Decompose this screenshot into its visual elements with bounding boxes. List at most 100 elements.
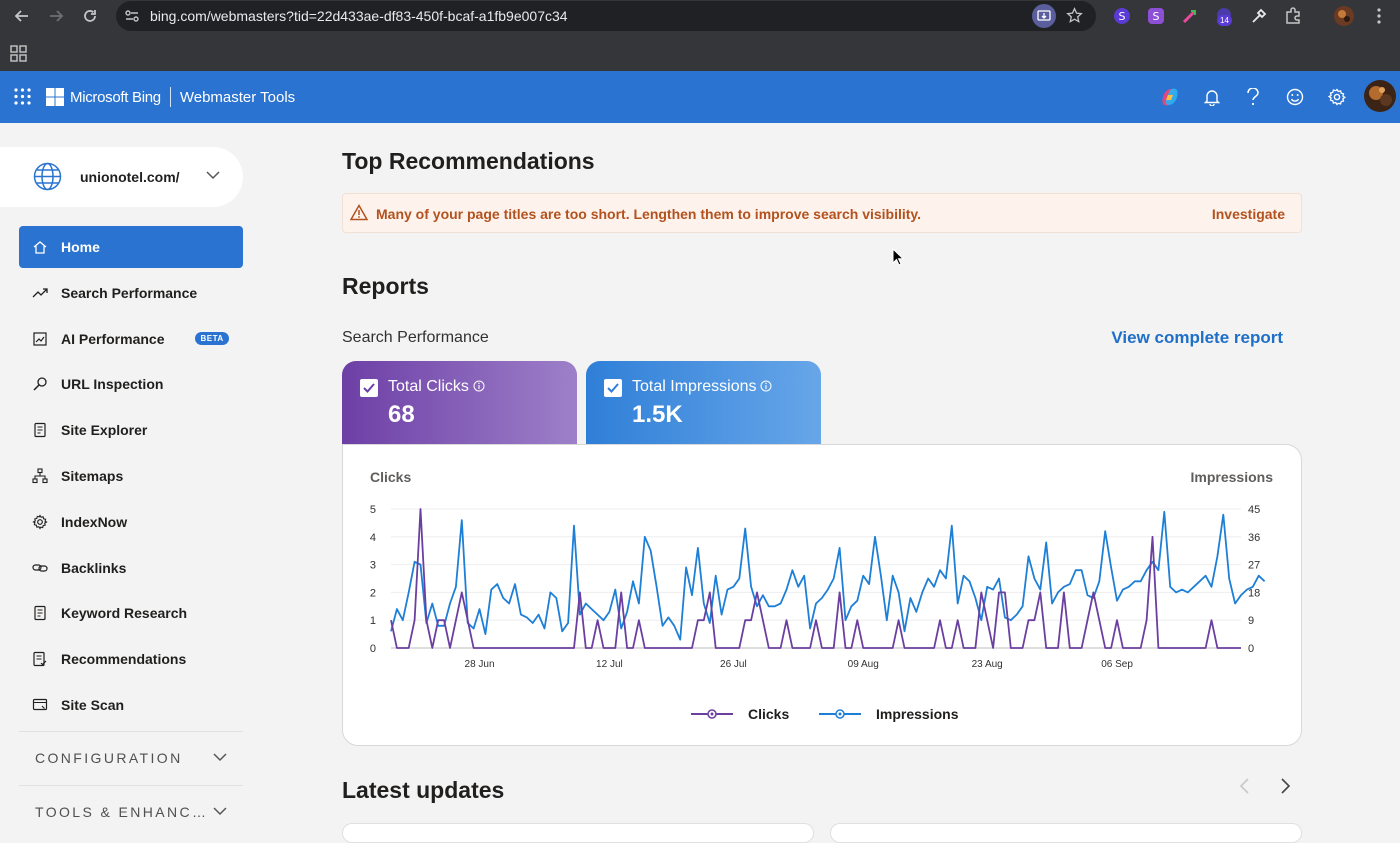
sidebar-item-label: URL Inspection	[61, 376, 164, 393]
home-icon	[19, 239, 61, 255]
top-recommendations-title: Top Recommendations	[342, 148, 595, 174]
sidebar-item-label: Site Scan	[61, 697, 125, 713]
sidebar-item-label: Sitemaps	[61, 468, 124, 484]
checkbox-checked-icon[interactable]	[360, 379, 378, 397]
view-complete-report-link[interactable]: View complete report	[1111, 328, 1283, 348]
y-tick-label: 2	[370, 587, 376, 599]
y-tick-label: 5	[370, 504, 376, 516]
investigate-link[interactable]: Investigate	[1212, 206, 1285, 222]
browser-chrome: bing.com/webmasters?tid=22d433ae-df83-45…	[0, 0, 1400, 71]
update-card[interactable]	[342, 823, 814, 843]
feedback-smiley-icon[interactable]	[1283, 85, 1307, 109]
y2-tick-label: 9	[1248, 615, 1254, 627]
sidebar-item-keyword-research[interactable]: Keyword Research	[19, 592, 243, 634]
sidebar-item-backlinks[interactable]: Backlinks	[19, 547, 243, 589]
back-icon[interactable]	[10, 4, 34, 28]
carousel-next-icon[interactable]	[1280, 778, 1292, 794]
globe-icon	[33, 162, 62, 191]
product-name: Webmaster Tools	[179, 88, 296, 106]
y-tick-label: 0	[370, 643, 376, 655]
info-icon[interactable]	[473, 380, 485, 392]
sidebar-item-ai-performance[interactable]: AI Performance BETA	[19, 318, 243, 360]
reload-icon[interactable]	[78, 4, 102, 28]
svg-text:S: S	[1153, 10, 1160, 23]
extensions-puzzle-icon[interactable]	[1282, 5, 1304, 27]
search-performance-chart-card: Clicks Impressions 5 45 4 36 3 27 2 18 1 9 0 0 28 Jun 1…	[342, 444, 1302, 746]
url-text[interactable]: bing.com/webmasters?tid=22d433ae-df83-45…	[150, 8, 568, 24]
magnifier-icon	[19, 376, 61, 392]
section-configuration[interactable]: CONFIGURATION	[19, 731, 243, 783]
info-icon[interactable]	[760, 380, 772, 392]
app-header: Microsoft Bing Webmaster Tools	[0, 71, 1400, 123]
gear-icon	[19, 514, 61, 530]
app-launcher-icon[interactable]	[14, 88, 31, 105]
sidebar-item-site-explorer[interactable]: Site Explorer	[19, 409, 243, 451]
x-tick-label: 12 Jul	[596, 659, 623, 670]
sidebar-item-home[interactable]: Home	[19, 226, 243, 268]
brand-link[interactable]: Microsoft Bing Webmaster Tools	[46, 87, 295, 107]
sidebar-item-recommendations[interactable]: Recommendations	[19, 638, 243, 680]
forward-icon[interactable]	[44, 4, 68, 28]
sidebar-item-sitemaps[interactable]: Sitemaps	[19, 455, 243, 497]
x-tick-label: 09 Aug	[848, 659, 879, 670]
total-clicks-label: Total Clicks	[388, 378, 469, 395]
site-selector[interactable]: unionotel.com/	[0, 147, 243, 207]
x-tick-label: 26 Jul	[720, 659, 747, 670]
sidebar-item-site-scan[interactable]: Site Scan	[19, 684, 243, 726]
y2-tick-label: 0	[1248, 643, 1254, 655]
search-performance-chart: Clicks Impressions5 454 363 272 181 90 028 Jun 1…	[370, 469, 1273, 722]
site-settings-icon[interactable]	[124, 8, 140, 24]
sidebar-item-label: Recommendations	[61, 651, 187, 668]
document-icon	[19, 605, 61, 621]
mouse-cursor-icon	[892, 248, 904, 266]
sidebar-item-label: Backlinks	[61, 559, 127, 576]
legend-marker-dot	[838, 712, 842, 716]
sidebar-item-url-inspection[interactable]: URL Inspection	[19, 363, 243, 405]
y2-tick-label: 36	[1248, 532, 1260, 544]
section-label: TOOLS & ENHANC…	[35, 803, 209, 820]
eyedropper-icon[interactable]	[1248, 5, 1270, 27]
checkbox-checked-icon[interactable]	[604, 379, 622, 397]
sitemap-icon	[19, 468, 61, 484]
sidebar-item-label: AI Performance	[61, 330, 165, 347]
copilot-icon[interactable]	[1158, 85, 1182, 109]
legend-label: Clicks	[748, 706, 789, 722]
sidebar-item-search-performance[interactable]: Search Performance	[19, 272, 243, 314]
extension-badge-icon[interactable]: 14	[1213, 5, 1235, 27]
microsoft-logo-icon	[46, 88, 64, 106]
update-card[interactable]	[830, 823, 1302, 843]
bookmark-star-icon[interactable]	[1066, 7, 1083, 24]
sidebar-item-label: Home	[61, 239, 100, 255]
recommendation-banner: Many of your page titles are too short. …	[342, 193, 1302, 233]
scan-icon	[19, 697, 61, 713]
legend-marker-dot	[710, 712, 714, 716]
x-tick-label: 06 Sep	[1101, 659, 1133, 670]
address-bar[interactable]: bing.com/webmasters?tid=22d433ae-df83-45…	[116, 1, 1096, 31]
profile-avatar-icon[interactable]	[1333, 5, 1355, 27]
install-app-icon[interactable]	[1032, 4, 1056, 28]
sidebar-item-label: Site Explorer	[61, 422, 148, 439]
recommendation-text: Many of your page titles are too short. …	[376, 206, 922, 222]
x-tick-label: 28 Jun	[465, 659, 495, 670]
chevron-down-icon	[213, 807, 227, 816]
brand-divider	[169, 87, 171, 107]
section-tools-enhancements[interactable]: TOOLS & ENHANC…	[19, 785, 243, 837]
beta-badge: BETA	[195, 332, 229, 346]
total-clicks-card[interactable]: Total Clicks 68	[342, 361, 577, 445]
y-tick-label: 4	[370, 532, 376, 544]
extension-pen-icon[interactable]	[1179, 5, 1201, 27]
settings-gear-icon[interactable]	[1325, 85, 1349, 109]
sidebar-item-indexnow[interactable]: IndexNow	[19, 501, 243, 543]
help-icon[interactable]	[1241, 85, 1265, 109]
user-avatar[interactable]	[1364, 80, 1396, 112]
apps-grid-icon[interactable]	[10, 45, 27, 62]
notifications-bell-icon[interactable]	[1200, 85, 1224, 109]
link-icon	[19, 560, 61, 576]
trend-icon	[19, 285, 61, 301]
extension-shield-icon[interactable]: S	[1145, 5, 1167, 27]
browser-menu-icon[interactable]	[1368, 5, 1390, 27]
total-impressions-card[interactable]: Total Impressions 1.5K	[586, 361, 821, 445]
carousel-prev-icon[interactable]	[1238, 778, 1250, 794]
extension-s-icon[interactable]: S	[1111, 5, 1133, 27]
left-axis-title: Clicks	[370, 469, 411, 485]
